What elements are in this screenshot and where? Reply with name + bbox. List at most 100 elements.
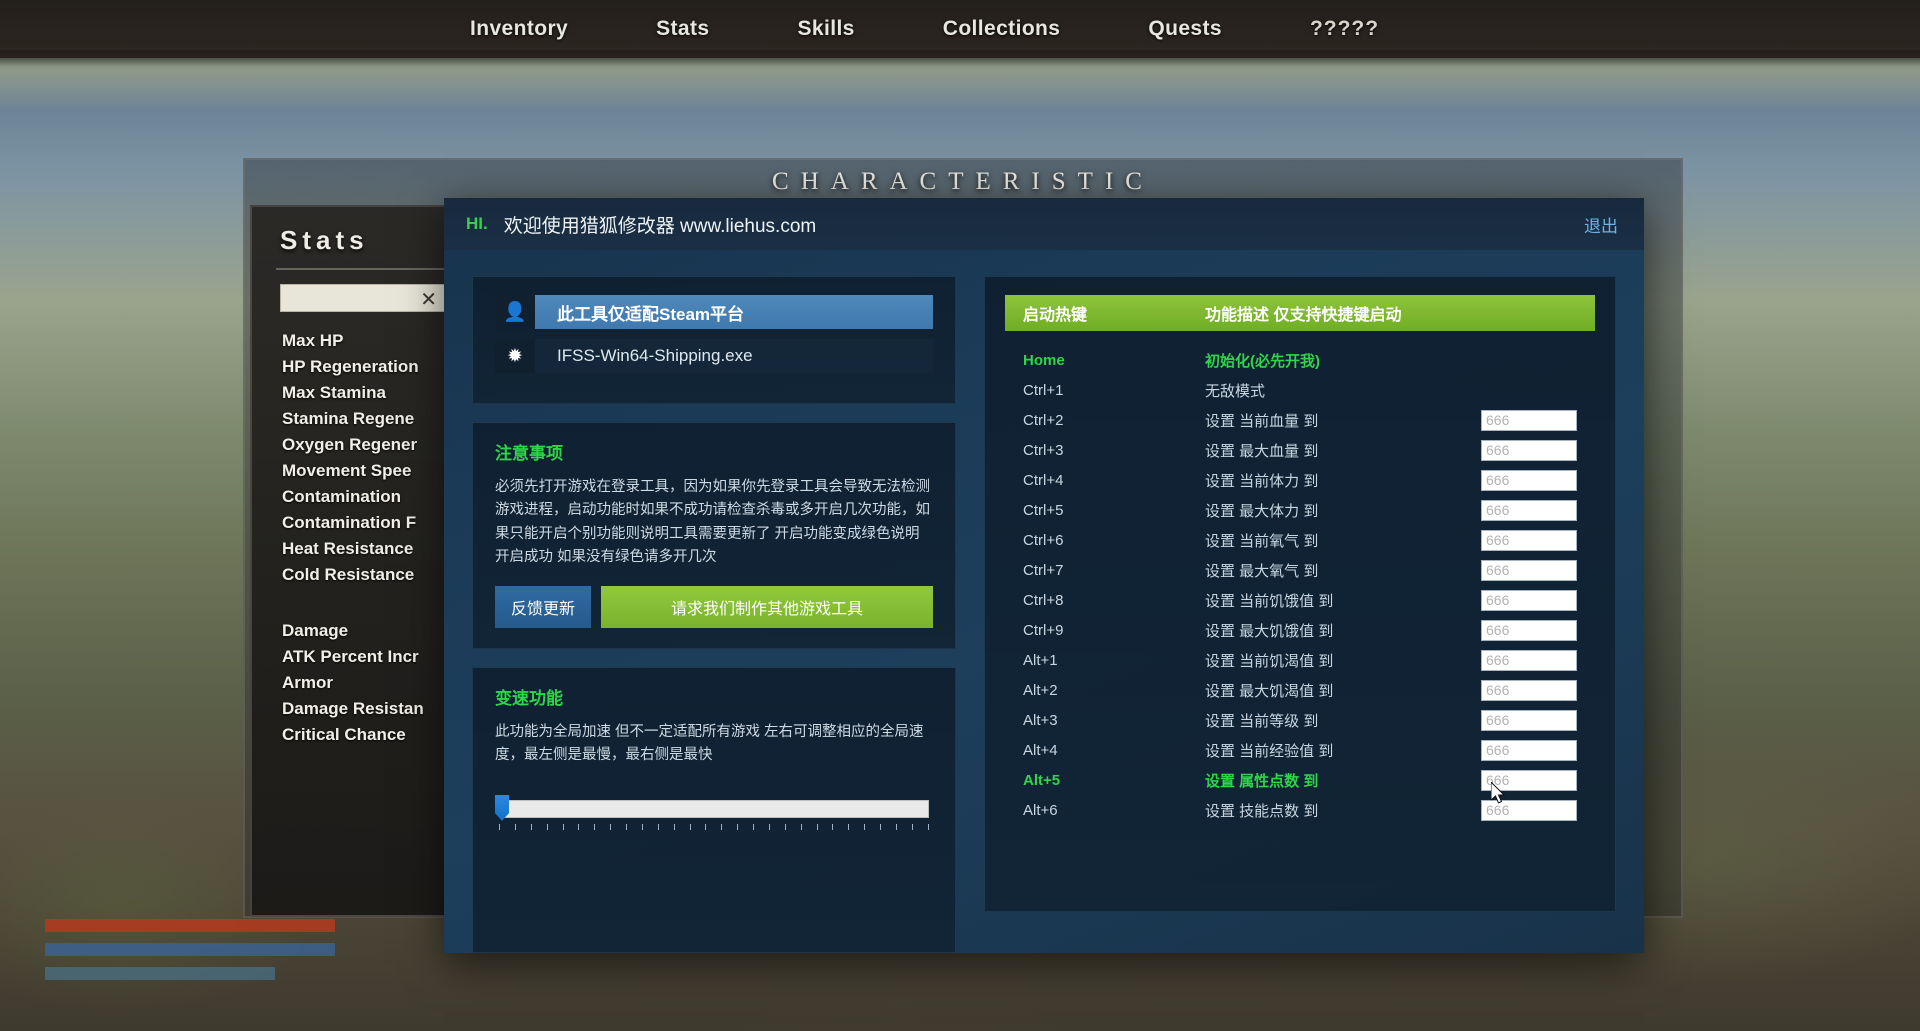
process-label[interactable]: 此工具仅适配Steam平台 [535,295,933,329]
hotkey-row: Ctrl+2 设置 当前血量 到 [1005,405,1595,435]
hotkey-row: Ctrl+4 设置 当前体力 到 [1005,465,1595,495]
slider-tick [594,823,596,830]
slider-tick [784,823,786,830]
hotkey-key-label: Ctrl+4 [1023,471,1064,489]
hotkey-value-slot [1459,619,1595,641]
nav-tab-[interactable]: ????? [1310,17,1379,41]
request-other-tools-button[interactable]: 请求我们制作其他游戏工具 [601,585,933,628]
slider-tick [832,823,834,830]
hotkey-value-input[interactable] [1481,409,1577,431]
slider-tick [562,823,564,830]
hotkey-description: 设置 最大血量 到 [1205,442,1319,460]
slider-tick [816,823,818,830]
hotkey-value-input[interactable] [1481,499,1577,521]
hotkey-value-input[interactable] [1481,529,1577,551]
slider-tick [530,823,532,830]
hotkey-key-label: Alt+5 [1023,771,1061,789]
hotkey-row: Alt+4 设置 当前经验值 到 [1005,735,1595,765]
hotkey-value-input[interactable] [1481,769,1577,791]
notes-card: 注意事项 必须先打开游戏在登录工具，因为如果你先登录工具会导致无法检测游戏进程，… [472,422,956,649]
feedback-update-button[interactable]: 反馈更新 [495,585,592,628]
hotkey-key-label: Alt+4 [1023,741,1058,759]
hotkey-value-slot [1459,439,1595,461]
process-row[interactable]: 👤 此工具仅适配Steam平台 [495,295,933,329]
slider-tick [737,823,739,830]
hotkey-value-slot [1459,679,1595,701]
process-label[interactable]: IFSS-Win64-Shipping.exe [535,339,933,373]
hotkey-column-header-desc: 功能描述 仅支持快捷键启动 [1205,307,1402,324]
nav-tab-quests[interactable]: Quests [1148,17,1222,41]
notes-heading: 注意事项 [495,444,563,463]
speed-body: 此功能为全局加速 但不一定适配所有游戏 左右可调整相应的全局速度，最左侧是最慢，… [495,723,924,764]
hotkey-value-slot [1459,589,1595,611]
hotkey-value-slot [1459,529,1595,551]
slider-tick [753,823,754,830]
slider-tick [721,823,723,830]
nav-tab-stats[interactable]: Stats [656,17,709,41]
hotkey-value-input[interactable] [1481,589,1577,611]
slider-tick [641,823,643,830]
hotkey-key-label: Alt+3 [1023,711,1058,729]
nav-tab-collections[interactable]: Collections [943,17,1061,41]
hotkey-description: 初始化(必先开我) [1205,352,1320,370]
game-navigation-tabs: Inventory Stats Skills Collections Quests???… [0,0,1920,58]
hotkey-value-input[interactable] [1481,679,1577,701]
nav-tab-skills[interactable]: Skills [797,17,854,41]
hotkey-key-label: Alt+1 [1023,651,1058,669]
hotkey-row: Alt+5 设置 属性点数 到 [1005,765,1595,795]
slider-tick [800,823,802,830]
hotkey-description: 设置 最大氧气 到 [1205,562,1319,580]
hotkey-row: Alt+3 设置 当前等级 到 [1005,705,1595,735]
nav-tab-inventory[interactable]: Inventory [470,17,568,41]
slider-tick [578,823,580,830]
hotkey-row: Alt+6 设置 技能点数 到 [1005,795,1595,825]
hotkey-key-label: Ctrl+5 [1023,501,1064,519]
stats-divider [276,268,472,270]
slider-tick [911,823,913,830]
speed-slider[interactable] [495,794,933,834]
slider-tick [689,823,691,830]
speed-slider-track[interactable] [501,799,929,818]
slider-tick [848,823,850,830]
slider-tick [499,823,500,830]
trainer-titlebar: HI. 欢迎使用猎狐修改器 www.liehus.com 退出 [444,198,1644,250]
trainer-window: HI. 欢迎使用猎狐修改器 www.liehus.com 退出 👤 此工具仅适配S… [444,198,1644,953]
hotkey-description: 设置 当前饥渴值 到 [1205,652,1334,670]
oxygen-bar [45,967,275,980]
hotkey-value-input[interactable] [1481,469,1577,491]
clear-search-icon[interactable]: ✕ [420,287,437,312]
hotkey-key-label: Ctrl+2 [1023,411,1064,429]
hotkey-row: Ctrl+6 设置 当前氧气 到 [1005,525,1595,555]
hotkey-value-input[interactable] [1481,559,1577,581]
hotkey-row: Alt+2 设置 最大饥渴值 到 [1005,675,1595,705]
hotkey-description: 设置 最大饥饿值 到 [1205,622,1334,640]
hotkey-value-slot [1459,799,1595,821]
hotkey-value-input[interactable] [1481,439,1577,461]
hotkey-value-input[interactable] [1481,739,1577,761]
hotkey-description: 设置 属性点数 到 [1205,772,1319,790]
exit-link[interactable]: 退出 [1584,212,1618,237]
hotkey-description: 设置 当前经验值 到 [1205,742,1334,760]
hotkey-key-label: Ctrl+3 [1023,441,1064,459]
hotkey-rows: Home初始化(必先开我)Ctrl+1无敌模式Ctrl+2设置 当前血量 到Ct… [1005,345,1595,825]
hotkey-value-input[interactable] [1481,619,1577,641]
process-row[interactable]: ✹ IFSS-Win64-Shipping.exe [495,339,933,373]
hotkey-value-slot [1459,709,1595,731]
hotkey-row: Ctrl+7 设置 最大氧气 到 [1005,555,1595,585]
hotkey-key-label: Alt+6 [1023,801,1058,819]
trainer-body: 👤 此工具仅适配Steam平台 ✹ IFSS-Win64-Shipping.exe 注… [444,250,1644,953]
hotkey-description: 无敌模式 [1205,382,1266,400]
gear-icon: ✹ [495,339,535,373]
hotkey-value-input[interactable] [1481,709,1577,731]
trainer-right-column: 启动热键 功能描述 仅支持快捷键启动 Home 初始化(必先开我) Ctrl+1 无敌… [984,276,1616,953]
speed-slider-ticks [499,823,929,830]
slider-tick [927,823,929,830]
hotkey-value-input[interactable] [1481,649,1577,671]
hotkey-description: 设置 当前血量 到 [1205,412,1319,430]
hotkey-description: 设置 当前等级 到 [1205,712,1319,730]
hotkey-value-input[interactable] [1481,799,1577,821]
hotkey-value-slot [1459,409,1595,431]
welcome-message: 欢迎使用猎狐修改器 www.liehus.com [503,215,817,237]
hotkey-key-label: Ctrl+7 [1023,561,1064,579]
hotkey-table-header: 启动热键 功能描述 仅支持快捷键启动 [1005,295,1595,331]
